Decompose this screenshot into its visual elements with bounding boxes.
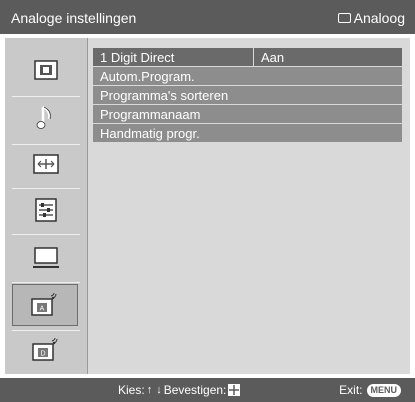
analog-antenna-icon: A [31,293,57,316]
tv-screen-icon [337,13,351,23]
menu-item-handmatig-progr[interactable]: Handmatig progr. [93,124,402,142]
title-bar: Analoge instellingen Analoog [0,0,415,34]
digital-antenna-icon: D [32,338,58,361]
menu-button-icon: MENU [366,383,401,397]
exit-hint-label: Exit: [339,383,363,397]
sidebar-item-analog[interactable]: A [12,284,78,326]
menu-item-value: Aan [261,50,285,65]
menu-item-label: Programma's sorteren [100,88,229,103]
svg-text:D: D [40,351,45,358]
sidebar-divider [12,282,80,283]
menu-item-programmanaam[interactable]: Programmanaam [93,105,402,123]
arrow-down-icon: ↓ [156,384,162,396]
exit-hint: Exit: MENU [339,383,401,397]
sidebar-divider [12,234,80,235]
svg-text:A: A [40,306,45,313]
sidebar-item-pc[interactable] [5,238,87,278]
arrow-up-icon: ↑ [146,384,153,396]
menu-item-label: Handmatig progr. [100,126,200,141]
sidebar-item-settings[interactable] [5,190,87,230]
settings-menu: 1 Digit Direct Aan Autom.Program. Progra… [93,48,402,143]
settings-list-icon [35,198,57,222]
sidebar-item-picture[interactable] [5,50,87,90]
picture-icon [34,60,58,80]
menu-panel: A D 1 Digit Direct Aan Autom.Program. Pr… [5,38,410,374]
menu-item-programma-sorteren[interactable]: Programma's sorteren [93,86,402,104]
menu-item-label: 1 Digit Direct [100,50,175,65]
pc-monitor-icon [33,247,59,268]
confirm-button-icon [228,384,241,396]
select-hint-label: Kies: [118,383,145,397]
confirm-hint-label: Bevestigen: [163,383,227,397]
page-title: Analoge instellingen [11,10,137,26]
menu-item-autom-program[interactable]: Autom.Program. [93,67,402,85]
footer-bar: Kies: ↑ ↓ Bevestigen: Exit: MENU [0,378,415,402]
menu-item-label: Programmanaam [100,107,201,122]
sidebar-item-sound[interactable] [5,98,87,138]
navigation-hint: Kies: ↑ ↓ Bevestigen: [118,383,241,397]
sidebar-item-screen[interactable] [5,144,87,184]
menu-item-label: Autom.Program. [100,69,195,84]
tv-menu-screen: Analoge instellingen Analoog A D 1 Digit… [0,0,415,402]
screen-format-icon [33,154,59,174]
sidebar-item-digital[interactable]: D [5,330,87,370]
value-separator [253,48,254,66]
sidebar-divider [12,188,80,189]
source-label: Analoog [353,10,405,26]
menu-item-1-digit-direct[interactable]: 1 Digit Direct Aan [93,48,402,66]
sound-note-icon [36,105,51,129]
sidebar-divider [12,96,80,97]
category-sidebar: A D [5,38,88,374]
source-indicator: Analoog [337,10,405,26]
